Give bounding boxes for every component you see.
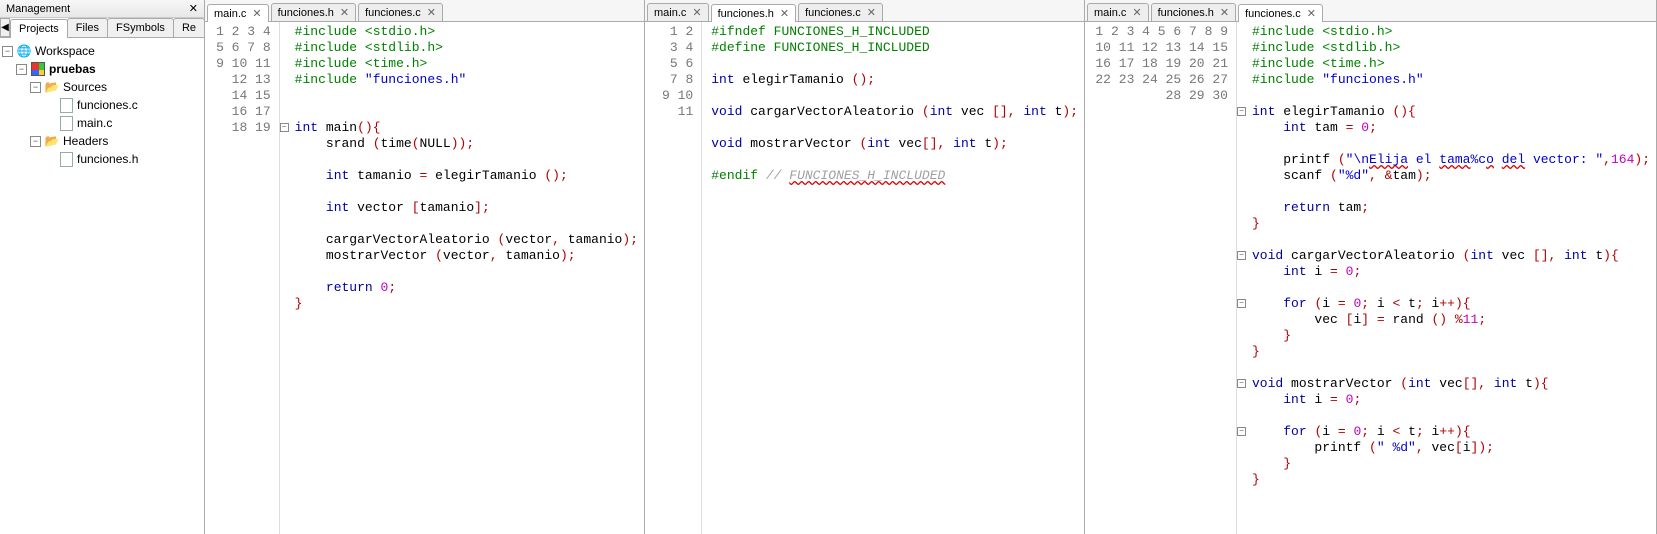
tab-projects[interactable]: Projects (10, 19, 68, 38)
tab-label: funciones.h (718, 8, 774, 20)
editor-tab[interactable]: main.c ✕ (1087, 3, 1149, 21)
tab-label: funciones.c (365, 7, 421, 19)
editor-tabbar: main.c ✕ funciones.h ✕ funciones.c ✕ (1085, 0, 1656, 22)
close-icon[interactable]: ✕ (1132, 6, 1141, 19)
close-icon[interactable]: ✕ (252, 7, 261, 20)
editor-tab[interactable]: funciones.c ✕ (798, 3, 883, 21)
tree-folder-sources[interactable]: − 📂 Sources (2, 78, 202, 96)
close-icon[interactable]: ✕ (692, 6, 701, 19)
code-content[interactable]: #include <stdio.h> #include <stdlib.h> #… (289, 22, 644, 534)
fold-toggle-icon[interactable]: − (1237, 107, 1246, 116)
close-icon[interactable]: ✕ (780, 7, 789, 20)
tab-resources[interactable]: Re (173, 18, 205, 37)
management-tabs: ◀ Projects Files FSymbols Re (0, 18, 204, 38)
tab-files[interactable]: Files (67, 18, 108, 37)
globe-icon: 🌐 (16, 43, 32, 59)
tree-workspace[interactable]: − 🌐 Workspace (2, 42, 202, 60)
management-titlebar: Management ✕ (0, 0, 204, 18)
collapse-icon[interactable]: − (30, 82, 41, 93)
tab-label: funciones.h (278, 7, 334, 19)
close-icon[interactable]: ✕ (340, 6, 349, 19)
line-gutter: 1 2 3 4 5 6 7 8 9 10 11 (645, 22, 702, 534)
code-editor[interactable]: 1 2 3 4 5 6 7 8 9 10 11 12 13 14 15 16 1… (1085, 22, 1656, 534)
management-panel: Management ✕ ◀ Projects Files FSymbols R… (0, 0, 205, 534)
line-gutter: 1 2 3 4 5 6 7 8 9 10 11 12 13 14 15 16 1… (205, 22, 280, 534)
tree-label: Workspace (35, 44, 95, 58)
tree-label: Headers (63, 134, 108, 148)
editor-pane-1: main.c ✕ funciones.h ✕ funciones.c ✕ 1 2 3 4 5… (205, 0, 645, 534)
line-gutter: 1 2 3 4 5 6 7 8 9 10 11 12 13 14 15 16 1… (1085, 22, 1237, 534)
collapse-icon[interactable]: − (2, 46, 13, 57)
management-title: Management (6, 3, 70, 15)
editor-tab[interactable]: funciones.h ✕ (1151, 3, 1236, 21)
editor-tab[interactable]: funciones.c ✕ (1238, 4, 1323, 22)
tab-label: funciones.c (1245, 8, 1301, 20)
fold-column: − (280, 22, 289, 534)
close-icon[interactable]: ✕ (189, 2, 198, 15)
tab-label: main.c (1094, 7, 1126, 19)
code-content[interactable]: #include <stdio.h> #include <stdlib.h> #… (1246, 22, 1656, 534)
file-icon (58, 115, 74, 131)
fold-toggle-icon[interactable]: − (280, 123, 289, 132)
editor-pane-2: main.c ✕ funciones.h ✕ funciones.c ✕ 1 2 3 4 5… (645, 0, 1085, 534)
tab-label: funciones.h (1158, 7, 1214, 19)
collapse-icon[interactable]: − (16, 64, 27, 75)
editor-tabbar: main.c ✕ funciones.h ✕ funciones.c ✕ (205, 0, 644, 22)
file-icon (58, 151, 74, 167)
project-tree[interactable]: − 🌐 Workspace − pruebas − 📂 Sources func… (0, 38, 204, 534)
tab-label: main.c (214, 8, 246, 20)
tree-label: Sources (63, 80, 107, 94)
fold-toggle-icon[interactable]: − (1237, 251, 1246, 260)
collapse-icon[interactable]: − (30, 136, 41, 147)
tree-label: main.c (77, 116, 112, 130)
fold-toggle-icon[interactable]: − (1237, 379, 1246, 388)
close-icon[interactable]: ✕ (867, 6, 876, 19)
code-editor[interactable]: 1 2 3 4 5 6 7 8 9 10 11 #ifndef FUNCIONE… (645, 22, 1084, 534)
fold-toggle-icon[interactable]: − (1237, 299, 1246, 308)
tree-file[interactable]: main.c (2, 114, 202, 132)
tree-file[interactable]: funciones.c (2, 96, 202, 114)
fold-toggle-icon[interactable]: − (1237, 427, 1246, 436)
editor-tabbar: main.c ✕ funciones.h ✕ funciones.c ✕ (645, 0, 1084, 22)
tree-folder-headers[interactable]: − 📂 Headers (2, 132, 202, 150)
code-content[interactable]: #ifndef FUNCIONES_H_INCLUDED #define FUN… (705, 22, 1084, 534)
editor-tab[interactable]: funciones.h ✕ (271, 3, 356, 21)
editor-pane-3: main.c ✕ funciones.h ✕ funciones.c ✕ 1 2 3 4 5… (1085, 0, 1657, 534)
tree-label: funciones.h (77, 152, 138, 166)
folder-icon: 📂 (44, 79, 60, 95)
editor-tab[interactable]: funciones.c ✕ (358, 3, 443, 21)
tree-label: funciones.c (77, 98, 138, 112)
editor-tab[interactable]: main.c ✕ (207, 4, 269, 22)
tab-scroll-left-icon[interactable]: ◀ (0, 18, 10, 37)
file-icon (58, 97, 74, 113)
tab-fsymbols[interactable]: FSymbols (107, 18, 174, 37)
editor-tab[interactable]: funciones.h ✕ (711, 4, 796, 22)
fold-column: − − − − − (1237, 22, 1246, 534)
folder-icon: 📂 (44, 133, 60, 149)
editor-tab[interactable]: main.c ✕ (647, 3, 709, 21)
close-icon[interactable]: ✕ (427, 6, 436, 19)
tab-label: main.c (654, 7, 686, 19)
close-icon[interactable]: ✕ (1307, 7, 1316, 20)
project-icon (30, 61, 46, 77)
tree-label: pruebas (49, 62, 96, 76)
tree-project[interactable]: − pruebas (2, 60, 202, 78)
tree-file[interactable]: funciones.h (2, 150, 202, 168)
close-icon[interactable]: ✕ (1220, 6, 1229, 19)
code-editor[interactable]: 1 2 3 4 5 6 7 8 9 10 11 12 13 14 15 16 1… (205, 22, 644, 534)
tab-label: funciones.c (805, 7, 861, 19)
